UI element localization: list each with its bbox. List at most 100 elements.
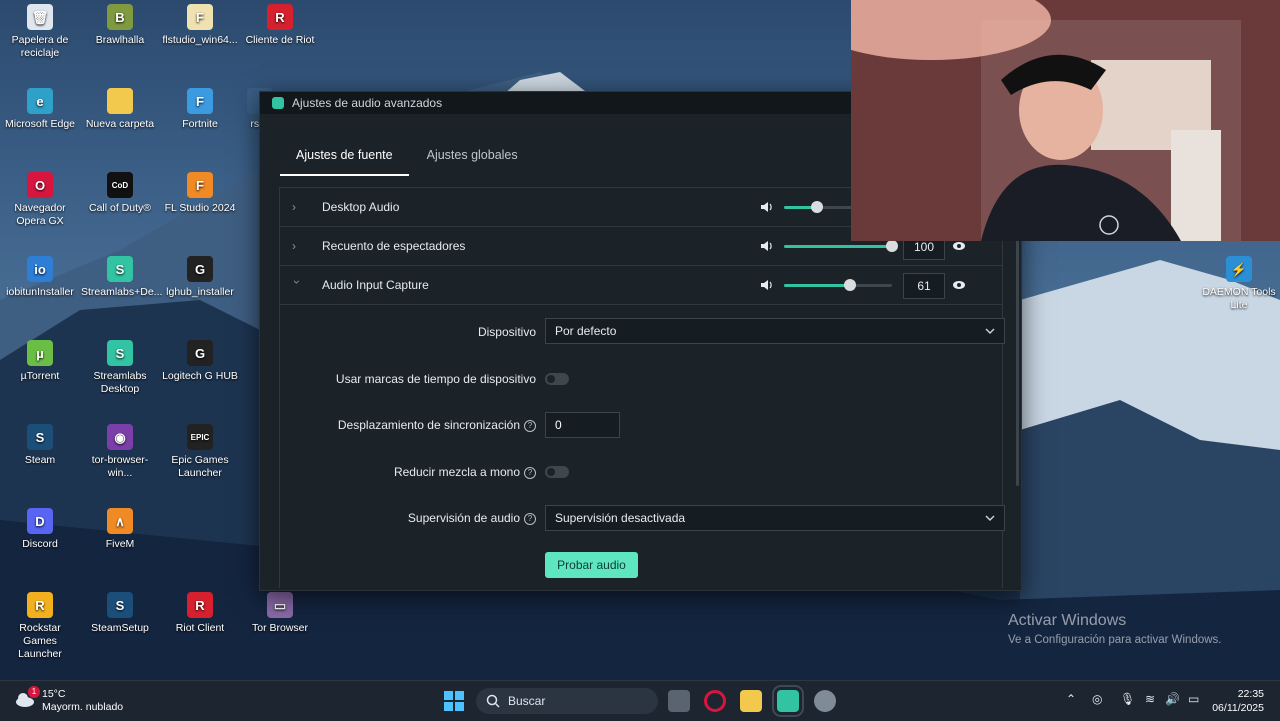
- microphone-icon[interactable]: 🎙: [1120, 692, 1135, 706]
- device-select[interactable]: Por defecto: [545, 318, 1005, 344]
- desktop-icon[interactable]: D Discord: [1, 508, 79, 551]
- desktop-icon-label: Papelera de reciclaje: [11, 34, 69, 59]
- desktop-icon-label: Logitech G HUB: [162, 370, 238, 382]
- mono-label-text: Reducir mezcla a mono: [393, 465, 520, 479]
- app-icon: F: [187, 172, 213, 198]
- desktop-icon-label: lghub_installer: [166, 286, 234, 298]
- desktop-icon[interactable]: ⚡ DAEMON Tools Lite: [1200, 256, 1278, 312]
- desktop-icon-label: Nueva carpeta: [85, 118, 155, 130]
- desktop-icon[interactable]: O Navegador Opera GX: [1, 172, 79, 228]
- desktop-icon[interactable]: Fflstudio_win64...: [161, 4, 239, 47]
- desktop-icon[interactable]: io iobitunInstaller: [1, 256, 79, 299]
- search-icon: [486, 694, 500, 708]
- source-name: Desktop Audio: [322, 200, 400, 214]
- app-icon: ◉: [107, 424, 133, 450]
- desktop-icon-label: SteamSetup: [91, 622, 149, 634]
- monitoring-select[interactable]: Supervisión desactivada: [545, 505, 1005, 531]
- watermark-title: Activar Windows: [1008, 612, 1127, 629]
- eye-icon[interactable]: [952, 239, 966, 253]
- desktop-icon[interactable]: CoD Call of Duty®: [81, 172, 159, 215]
- desktop-icon[interactable]: ∧ FiveM: [81, 508, 159, 551]
- clock-date: 06/11/2025: [1212, 702, 1264, 714]
- desktop-icon-label: FL Studio 2024: [164, 202, 236, 214]
- volume-slider[interactable]: [784, 279, 892, 291]
- desktop-icon[interactable]: S Streamlabs Desktop: [81, 340, 159, 396]
- monitoring-label: Supervisión de audio?: [300, 511, 536, 525]
- device-value: Por defecto: [555, 324, 617, 338]
- settings-gear-icon[interactable]: [814, 690, 836, 712]
- desktop-icon[interactable]: R Cliente de Riot: [241, 4, 319, 47]
- app-icon: B: [107, 4, 133, 30]
- desktop-icon[interactable]: B Brawlhalla: [81, 4, 159, 47]
- streamlabs-taskbar-icon[interactable]: [772, 685, 804, 717]
- eye-icon[interactable]: [952, 278, 966, 292]
- help-icon[interactable]: ?: [524, 466, 536, 479]
- desktop-icon[interactable]: S Steam: [1, 424, 79, 467]
- sync-offset-label: Desplazamiento de sincronización?: [300, 418, 536, 432]
- monitoring-label-text: Supervisión de audio: [407, 511, 520, 525]
- opera-gx-icon[interactable]: [704, 690, 726, 712]
- tab-global-settings[interactable]: Ajustes globales: [411, 136, 534, 176]
- help-icon[interactable]: ?: [524, 512, 536, 525]
- tab-source-settings[interactable]: Ajustes de fuente: [280, 136, 409, 176]
- desktop-icon[interactable]: Nueva carpeta: [81, 88, 159, 131]
- sync-icon[interactable]: ◎: [1092, 692, 1102, 706]
- webcam-overlay: [851, 0, 1280, 241]
- desktop-icon-label: iobitunInstaller: [6, 286, 74, 298]
- desktop-icon-label: Navegador Opera GX: [14, 202, 66, 227]
- battery-icon[interactable]: ▭: [1188, 692, 1199, 706]
- help-icon[interactable]: ?: [524, 419, 536, 432]
- dialog-scrollbar[interactable]: [1016, 230, 1019, 486]
- volume-value-input[interactable]: 61: [903, 273, 945, 299]
- source-name: Audio Input Capture: [322, 278, 429, 292]
- chevron-up-icon[interactable]: ⌃: [1066, 692, 1076, 706]
- app-icon: S: [107, 592, 133, 618]
- chevron-down-icon[interactable]: ›: [290, 280, 304, 290]
- volume-slider[interactable]: [784, 240, 898, 252]
- clock[interactable]: 22:35 06/11/2025: [1212, 687, 1264, 715]
- volume-icon[interactable]: [760, 200, 774, 214]
- speaker-icon[interactable]: 🔊: [1165, 692, 1180, 706]
- desktop-icon[interactable]: F FL Studio 2024: [161, 172, 239, 215]
- app-icon: G: [187, 340, 213, 366]
- volume-icon[interactable]: [760, 239, 774, 253]
- desktop-icon[interactable]: EPIC Epic Games Launcher: [161, 424, 239, 480]
- app-icon: EPIC: [187, 424, 213, 450]
- source-row-audio-input-capture[interactable]: › Audio Input Capture 61: [280, 266, 1002, 305]
- desktop-icon[interactable]: S SteamSetup: [81, 592, 159, 635]
- taskbar-search[interactable]: Buscar: [476, 688, 658, 714]
- sync-offset-input[interactable]: 0: [545, 412, 620, 438]
- app-icon: S: [107, 256, 133, 282]
- desktop-icon-label: µTorrent: [20, 370, 60, 382]
- desktop-icon[interactable]: ▭ Tor Browser: [241, 592, 319, 635]
- desktop-icon[interactable]: ◉ tor-browser-win...: [81, 424, 159, 480]
- sync-offset-label-text: Desplazamiento de sincronización: [337, 418, 520, 432]
- chevron-right-icon[interactable]: ›: [292, 239, 310, 253]
- mono-toggle[interactable]: [545, 466, 569, 478]
- desktop-icon[interactable]: R Riot Client: [161, 592, 239, 635]
- test-audio-button[interactable]: Probar audio: [545, 552, 638, 578]
- app-icon: e: [27, 88, 53, 114]
- task-view-icon[interactable]: [668, 690, 690, 712]
- desktop-icon[interactable]: Glghub_installer: [161, 256, 239, 299]
- desktop-icon[interactable]: S Streamlabs+De...: [81, 256, 162, 299]
- app-icon: D: [27, 508, 53, 534]
- app-icon: S: [107, 340, 133, 366]
- wifi-icon[interactable]: ≋: [1145, 692, 1155, 706]
- chevron-right-icon[interactable]: ›: [292, 200, 310, 214]
- desktop-icon[interactable]: R Rockstar Games Launcher: [1, 592, 79, 661]
- source-name: Recuento de espectadores: [322, 239, 466, 253]
- desktop-icon[interactable]: e Microsoft Edge: [1, 88, 79, 131]
- timestamps-toggle[interactable]: [545, 373, 569, 385]
- app-icon: G: [187, 256, 213, 282]
- file-explorer-icon[interactable]: [740, 690, 762, 712]
- desktop-icon[interactable]: 🗑 Papelera de reciclaje: [1, 4, 79, 60]
- desktop-icon-label: Discord: [22, 538, 58, 550]
- desktop-icon[interactable]: µ µTorrent: [1, 340, 79, 383]
- volume-icon[interactable]: [760, 278, 774, 292]
- weather-widget[interactable]: 1 15°C Mayorm. nublado: [14, 686, 123, 714]
- chevron-down-icon: [985, 515, 995, 521]
- desktop-icon[interactable]: G Logitech G HUB: [161, 340, 239, 383]
- desktop-icon-label: Streamlabs Desktop: [93, 370, 147, 395]
- start-button[interactable]: [443, 690, 465, 712]
